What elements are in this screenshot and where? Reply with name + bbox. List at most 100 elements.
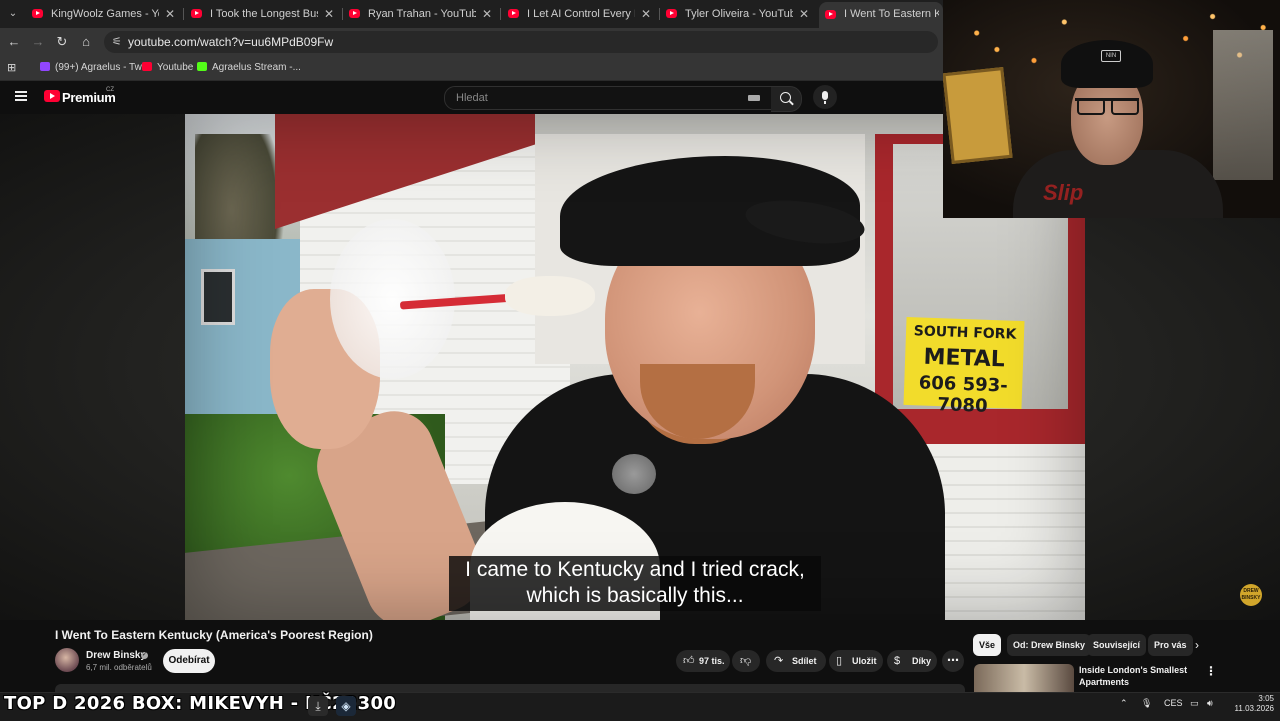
steam-icon[interactable]: ◈: [336, 696, 356, 716]
apps-grid-icon[interactable]: ⊞: [7, 59, 19, 77]
background-chair: [1213, 30, 1273, 180]
clock-time: 3:05: [1258, 694, 1274, 703]
chip-related[interactable]: Související: [1087, 634, 1147, 656]
youtube-favicon-icon: [666, 9, 677, 18]
cap-badge: NIN: [1101, 50, 1121, 62]
share-button[interactable]: ↷ Sdílet: [766, 650, 826, 672]
reload-icon[interactable]: ↻: [53, 33, 71, 51]
tab-title: I Went To Eastern Kentucky: [844, 8, 939, 20]
language-indicator[interactable]: CES: [1164, 698, 1183, 708]
taskbar-download-icon[interactable]: ⤓: [308, 696, 328, 716]
thanks-button[interactable]: $ Díky: [887, 650, 937, 672]
microphone-tray-icon[interactable]: 🎙︎: [1141, 698, 1152, 709]
tab-close-icon[interactable]: ✕: [482, 3, 492, 25]
volume-icon[interactable]: 🔊︎: [1207, 698, 1213, 709]
microphone-icon: [822, 91, 828, 100]
bookmark-label: (99+) Agraelus - Twi...: [55, 62, 153, 73]
tab-kingwoolz[interactable]: KingWoolz Games - YouTube ✕: [26, 3, 181, 25]
wall-frame: [943, 67, 1013, 164]
chevron-right-icon[interactable]: ›: [1195, 638, 1199, 652]
subscribe-button[interactable]: Odebírat: [163, 649, 215, 673]
url-text: youtube.com/watch?v=uu6MPdB09Fw: [128, 35, 334, 49]
back-arrow-left-icon[interactable]: ←: [5, 33, 23, 51]
thanks-label: Díky: [912, 656, 932, 666]
share-icon: ↷: [774, 655, 784, 667]
description-box[interactable]: [55, 684, 965, 692]
more-actions-icon[interactable]: ⋯: [942, 650, 964, 672]
subtitle-line-2: which is basically this...: [526, 584, 744, 607]
video-subtitles: I came to Kentucky and I tried crack, wh…: [449, 556, 821, 611]
tab-bus-ride[interactable]: I Took the Longest Bus Ride in ✕: [185, 3, 340, 25]
related-video-thumbnail[interactable]: [974, 664, 1074, 694]
youtube-favicon-icon: [191, 9, 202, 18]
verified-check-icon: ✓: [141, 652, 148, 659]
system-clock[interactable]: 3:05 11.03.2026: [1228, 694, 1274, 714]
site-info-icon[interactable]: ⚟: [112, 35, 124, 49]
dislike-button[interactable]: 👎︎: [732, 650, 760, 672]
tab-eastern-kentucky[interactable]: I Went To Eastern Kentucky: [819, 2, 943, 28]
streamer-cap: [1061, 40, 1153, 88]
kick-icon: [197, 62, 207, 71]
bookmark-youtube[interactable]: Youtube: [142, 59, 193, 77]
tab-close-icon[interactable]: ✕: [324, 3, 334, 25]
tab-title: Ryan Trahan - YouTube: [368, 8, 476, 20]
related-video-title[interactable]: Inside London's Smallest Apartments: [1079, 664, 1199, 688]
twitch-icon: [40, 62, 50, 71]
tab-tyler-oliveira[interactable]: Tyler Oliveira - YouTube ✕: [660, 3, 815, 25]
bookmark-label: Agraelus Stream -...: [212, 62, 301, 73]
tab-separator: [500, 8, 501, 20]
channel-avatar[interactable]: [55, 648, 79, 672]
subscriber-count: 6,7 mil. odběratelů: [86, 663, 152, 672]
search-input[interactable]: [454, 89, 738, 107]
search-box[interactable]: [444, 86, 773, 110]
shirt-logo: Slip: [1043, 180, 1084, 205]
tab-strip: ⌄ KingWoolz Games - YouTube ✕ I Took the…: [0, 0, 943, 28]
address-bar[interactable]: ⚟ youtube.com/watch?v=uu6MPdB09Fw: [104, 31, 938, 53]
youtube-favicon-icon: [825, 10, 836, 19]
tray-chevron-up-icon[interactable]: ⌃: [1120, 698, 1128, 709]
youtube-favicon-icon: [508, 9, 519, 18]
voice-search-button[interactable]: [813, 85, 837, 109]
related-more-options-icon[interactable]: ⋮: [1205, 664, 1217, 678]
region-code: CZ: [106, 87, 114, 93]
tab-title: I Let AI Control Every Meal for: [527, 8, 635, 20]
tab-close-icon[interactable]: ✕: [165, 3, 175, 25]
tab-separator: [183, 8, 184, 20]
bookmark-twitch[interactable]: (99+) Agraelus - Twi...: [40, 59, 152, 77]
search-icon: [780, 92, 791, 103]
clock-date: 11.03.2026: [1234, 704, 1274, 713]
tab-title: Tyler Oliveira - YouTube: [685, 8, 793, 20]
tab-close-icon[interactable]: ✕: [641, 3, 651, 25]
tab-close-icon[interactable]: ✕: [799, 3, 809, 25]
menu-hamburger-icon[interactable]: [15, 91, 27, 101]
related-filter-chips: Vše Od: Drew Binsky Související Pro vás: [973, 634, 1213, 656]
tab-ai-meal[interactable]: I Let AI Control Every Meal for ✕: [502, 3, 657, 25]
bookmark-kick-stream[interactable]: Agraelus Stream -...: [197, 59, 301, 77]
youtube-icon: [142, 62, 152, 71]
share-label: Sdílet: [792, 656, 817, 666]
youtube-favicon-icon: [32, 9, 43, 18]
chip-from-channel[interactable]: Od: Drew Binsky: [1007, 634, 1092, 656]
search-button[interactable]: [771, 86, 802, 112]
network-icon[interactable]: ▭: [1190, 698, 1199, 709]
channel-watermark-logo[interactable]: DREW BINSKY: [1240, 584, 1262, 606]
thumbs-down-icon: 👎︎: [740, 655, 752, 667]
toolbar: ← → ↻ ⌂ ⚟ youtube.com/watch?v=uu6MPdB09F…: [0, 28, 943, 56]
save-button[interactable]: ▯ Uložit: [829, 650, 883, 672]
channel-name[interactable]: Drew Binsky: [86, 650, 146, 661]
forward-arrow-right-icon[interactable]: →: [29, 33, 47, 51]
youtube-logo-icon[interactable]: [44, 90, 60, 102]
tab-search-chevron-down-icon[interactable]: ⌄: [4, 5, 22, 23]
thanks-dollar-icon: $: [894, 655, 901, 667]
chip-for-you[interactable]: Pro vás: [1148, 634, 1193, 656]
chip-all[interactable]: Vše: [973, 634, 1002, 656]
bookmark-icon: ▯: [836, 655, 843, 667]
tab-title: I Took the Longest Bus Ride in: [210, 8, 318, 20]
streamer-glasses: [1075, 98, 1139, 115]
youtube-header: Premium CZ: [0, 81, 943, 114]
like-button[interactable]: 👍︎ 97 tis.: [676, 650, 730, 672]
tab-ryan-trahan[interactable]: Ryan Trahan - YouTube ✕: [343, 3, 498, 25]
video-title: I Went To Eastern Kentucky (America's Po…: [55, 628, 373, 642]
home-icon[interactable]: ⌂: [77, 33, 95, 51]
keyboard-icon[interactable]: [748, 95, 760, 101]
